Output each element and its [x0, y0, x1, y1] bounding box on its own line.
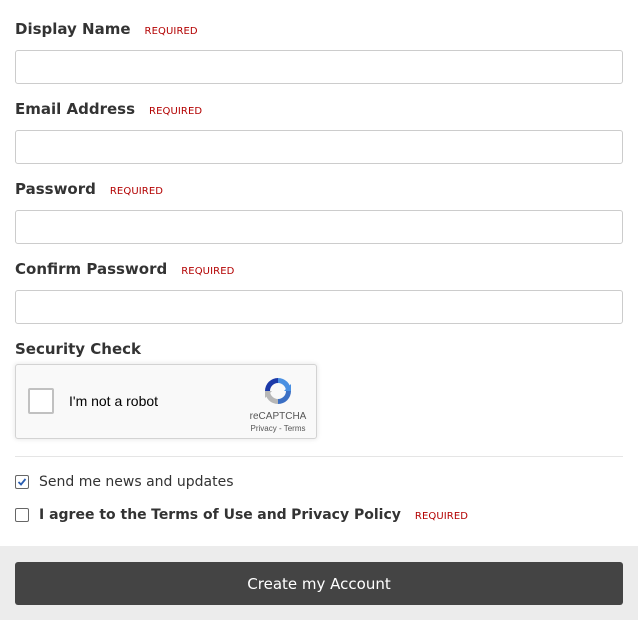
- display-name-input[interactable]: [15, 50, 623, 84]
- password-input[interactable]: [15, 210, 623, 244]
- email-input[interactable]: [15, 130, 623, 164]
- news-checkbox-label[interactable]: Send me news and updates: [39, 474, 234, 490]
- email-label-row: Email Address REQUIRED: [15, 97, 623, 121]
- display-name-label-row: Display Name REQUIRED: [15, 17, 623, 41]
- agree-checkbox[interactable]: [15, 508, 29, 522]
- confirm-password-label-row: Confirm Password REQUIRED: [15, 257, 623, 281]
- security-label-row: Security Check: [15, 337, 623, 361]
- confirm-password-field: Confirm Password REQUIRED: [15, 257, 623, 324]
- recaptcha-terms-link[interactable]: Terms: [284, 424, 306, 433]
- terms-of-use-link[interactable]: Terms of Use: [151, 507, 253, 523]
- news-checkbox[interactable]: [15, 475, 29, 489]
- required-badge: REQUIRED: [181, 265, 235, 277]
- agree-option: I agree to the Terms of Use and Privacy …: [15, 505, 468, 525]
- recaptcha-label: I'm not a robot: [69, 393, 159, 409]
- password-field: Password REQUIRED: [15, 177, 623, 244]
- checkmark-icon: [17, 478, 27, 486]
- required-badge: REQUIRED: [149, 105, 203, 117]
- news-option: Send me news and updates: [15, 472, 234, 492]
- recaptcha-privacy-link[interactable]: Privacy: [251, 424, 277, 433]
- recaptcha-checkbox[interactable]: [28, 388, 54, 414]
- privacy-policy-link[interactable]: Privacy Policy: [291, 507, 401, 523]
- password-label: Password: [15, 180, 96, 198]
- form-footer: Create my Account: [0, 546, 638, 620]
- required-badge: REQUIRED: [414, 510, 469, 522]
- confirm-password-label: Confirm Password: [15, 260, 168, 278]
- agree-and: and: [257, 507, 287, 523]
- display-name-field: Display Name REQUIRED: [15, 17, 623, 84]
- agree-checkbox-label: I agree to the Terms of Use and Privacy …: [39, 507, 401, 523]
- required-badge: REQUIRED: [144, 25, 198, 37]
- recaptcha-widget: I'm not a robot reCAPTCHA Privacy - Term…: [15, 364, 317, 439]
- recaptcha-brand: reCAPTCHA: [249, 411, 307, 422]
- email-field: Email Address REQUIRED: [15, 97, 623, 164]
- display-name-label: Display Name: [15, 20, 131, 38]
- security-check-field: Security Check: [15, 337, 623, 361]
- agree-prefix: I agree to the: [39, 507, 147, 523]
- recaptcha-logo-icon: [265, 378, 291, 404]
- divider: [15, 456, 623, 457]
- recaptcha-links: Privacy - Terms: [242, 424, 314, 433]
- password-label-row: Password REQUIRED: [15, 177, 623, 201]
- security-check-label: Security Check: [15, 340, 141, 358]
- create-account-button[interactable]: Create my Account: [15, 562, 623, 605]
- confirm-password-input[interactable]: [15, 290, 623, 324]
- recaptcha-link-separator: -: [276, 424, 284, 433]
- email-label: Email Address: [15, 100, 136, 118]
- required-badge: REQUIRED: [109, 185, 164, 197]
